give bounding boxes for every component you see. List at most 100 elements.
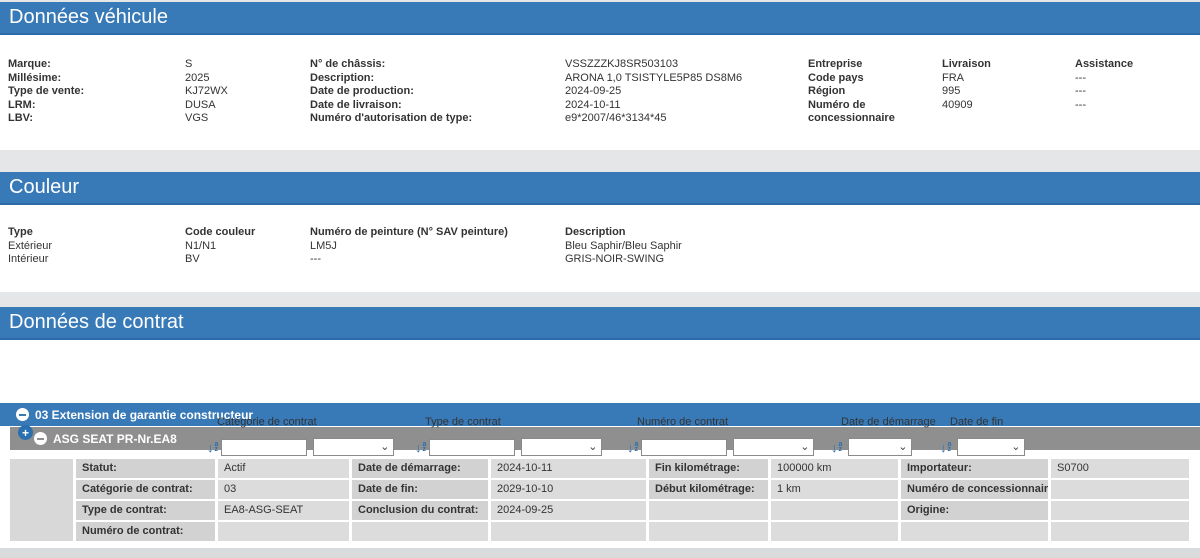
cell-empty <box>218 522 349 541</box>
collapse-icon[interactable] <box>16 408 29 421</box>
color-interior-description: GRIS-NOIR-SWING <box>565 253 682 267</box>
cell-empty <box>901 522 1048 541</box>
table-row-spacer <box>10 459 73 541</box>
col-header-type: Type <box>8 226 185 240</box>
sort-az-icon[interactable]: ↓az <box>207 442 218 453</box>
color-interior-type: Intérieur <box>8 253 185 267</box>
cell-value: S0700 <box>1051 459 1189 478</box>
vehicle-column-2: N° de châssis:VSSZZZKJ8SR503103 Descript… <box>310 58 742 126</box>
cell-label: Fin kilométrage: <box>649 459 768 478</box>
filter-date-de-demarrage: Date de démarrage ↓az ⌄ <box>831 415 936 456</box>
color-section-title: Couleur <box>0 172 1200 205</box>
field-marque: Marque:S <box>8 58 228 72</box>
vehicle-section: Données véhicule Marque:S Millésime:2025… <box>0 2 1200 150</box>
cell-label: Numéro de concessionnaire: <box>901 480 1048 499</box>
chevron-down-icon: ⌄ <box>1011 442 1020 452</box>
field-chassis: N° de châssis:VSSZZZKJ8SR503103 <box>310 58 742 72</box>
value-code-pays-assistance: --- <box>1075 72 1133 86</box>
cell-value: 03 <box>218 480 349 499</box>
cell-value: 1 km <box>771 480 898 499</box>
color-exterior-type: Extérieur <box>8 240 185 254</box>
cell-value: 2024-10-11 <box>491 459 646 478</box>
value-concessionnaire-livraison: 40909 <box>942 99 1075 126</box>
filter-numero-input[interactable] <box>641 439 727 456</box>
contract-section-title: Données de contrat <box>0 307 1200 340</box>
value-concessionnaire-assistance: --- <box>1075 99 1133 126</box>
cell-label: Début kilométrage: <box>649 480 768 499</box>
filter-numero-select[interactable]: ⌄ <box>733 438 814 456</box>
filter-label: Numéro de contrat <box>637 415 814 429</box>
filter-categorie-input[interactable] <box>221 439 307 456</box>
row-label-region: Région <box>808 85 942 99</box>
color-section: Couleur Type Code couleur Numéro de pein… <box>0 172 1200 292</box>
cell-empty <box>1051 522 1189 541</box>
col-header-entreprise: Entreprise <box>808 58 942 72</box>
cell-label: Statut: <box>76 459 215 478</box>
cell-empty <box>771 501 898 520</box>
filter-fin-select[interactable]: ⌄ <box>957 438 1025 456</box>
cell-empty <box>649 501 768 520</box>
cell-label: Date de fin: <box>352 480 488 499</box>
cell-value: EA8-ASG-SEAT <box>218 501 349 520</box>
filter-type-input[interactable] <box>429 439 515 456</box>
col-header-numero-peinture: Numéro de peinture (N° SAV peinture) <box>310 226 565 240</box>
field-date-livraison: Date de livraison:2024-10-11 <box>310 99 742 113</box>
col-header-code-couleur: Code couleur <box>185 226 310 240</box>
filter-categorie-select[interactable]: ⌄ <box>313 438 394 456</box>
filter-numero-de-contrat: Numéro de contrat ↓az ⌄ <box>627 415 814 456</box>
field-type-de-vente: Type de vente:KJ72WX <box>8 85 228 99</box>
sort-az-icon[interactable]: ↓az <box>831 442 842 453</box>
contract-details-table: Statut: Actif Date de démarrage: 2024-10… <box>10 459 1190 541</box>
cell-value: Actif <box>218 459 349 478</box>
cell-value: 2024-09-25 <box>491 501 646 520</box>
cell-label: Importateur: <box>901 459 1048 478</box>
filter-type-select[interactable]: ⌄ <box>521 438 602 456</box>
cell-label: Date de démarrage: <box>352 459 488 478</box>
value-region-assistance: --- <box>1075 85 1133 99</box>
collapse-icon[interactable] <box>34 432 47 445</box>
color-exterior-paint: LM5J <box>310 240 565 254</box>
color-interior-code: BV <box>185 253 310 267</box>
cell-value: 100000 km <box>771 459 898 478</box>
row-label-code-pays: Code pays <box>808 72 942 86</box>
cell-empty <box>649 522 768 541</box>
cell-label: Numéro de contrat: <box>76 522 215 541</box>
field-date-production: Date de production:2024-09-25 <box>310 85 742 99</box>
add-contract-button[interactable]: + <box>18 425 33 440</box>
cell-empty <box>491 522 646 541</box>
cell-label: Catégorie de contrat: <box>76 480 215 499</box>
filter-label: Date de fin <box>950 415 1025 429</box>
cell-value <box>1051 501 1189 520</box>
sort-az-icon[interactable]: ↓az <box>940 442 951 453</box>
col-header-assistance: Assistance <box>1075 58 1133 72</box>
cell-empty <box>771 522 898 541</box>
cell-label: Conclusion du contrat: <box>352 501 488 520</box>
cell-empty <box>352 522 488 541</box>
sort-az-icon[interactable]: ↓az <box>627 442 638 453</box>
filter-categorie-de-contrat: Catégorie de contrat ↓az ⌄ <box>207 415 394 456</box>
filter-demarrage-select[interactable]: ⌄ <box>848 438 912 456</box>
color-exterior-code: N1/N1 <box>185 240 310 254</box>
value-code-pays-livraison: FRA <box>942 72 1075 86</box>
cell-value: 2029-10-10 <box>491 480 646 499</box>
color-interior-paint: --- <box>310 253 565 267</box>
color-table: Type Code couleur Numéro de peinture (N°… <box>8 226 682 267</box>
cell-value <box>1051 480 1189 499</box>
field-description: Description:ARONA 1,0 TSISTYLE5P85 DS8M6 <box>310 72 742 86</box>
cell-label: Type de contrat: <box>76 501 215 520</box>
field-lbv: LBV:VGS <box>8 112 228 126</box>
contract-section: Données de contrat + Catégorie de contra… <box>0 307 1200 558</box>
chevron-down-icon: ⌄ <box>588 442 597 452</box>
color-exterior-description: Bleu Saphir/Bleu Saphir <box>565 240 682 254</box>
subgroup-title: ASG SEAT PR-Nr.EA8 <box>53 432 177 446</box>
filter-type-de-contrat: Type de contrat ↓az ⌄ <box>415 415 602 456</box>
sort-az-icon[interactable]: ↓az <box>415 442 426 453</box>
filter-date-de-fin: Date de fin ↓az ⌄ <box>940 415 1025 456</box>
col-header-description: Description <box>565 226 682 240</box>
filter-label: Catégorie de contrat <box>217 415 394 429</box>
vehicle-column-1: Marque:S Millésime:2025 Type de vente:KJ… <box>8 58 228 126</box>
page-footer-bar <box>0 548 1200 558</box>
vehicle-enterprise-table: Entreprise Livraison Assistance Code pay… <box>808 58 1133 126</box>
chevron-down-icon: ⌄ <box>380 442 389 452</box>
field-autorisation-type: Numéro d'autorisation de type:e9*2007/46… <box>310 112 742 126</box>
